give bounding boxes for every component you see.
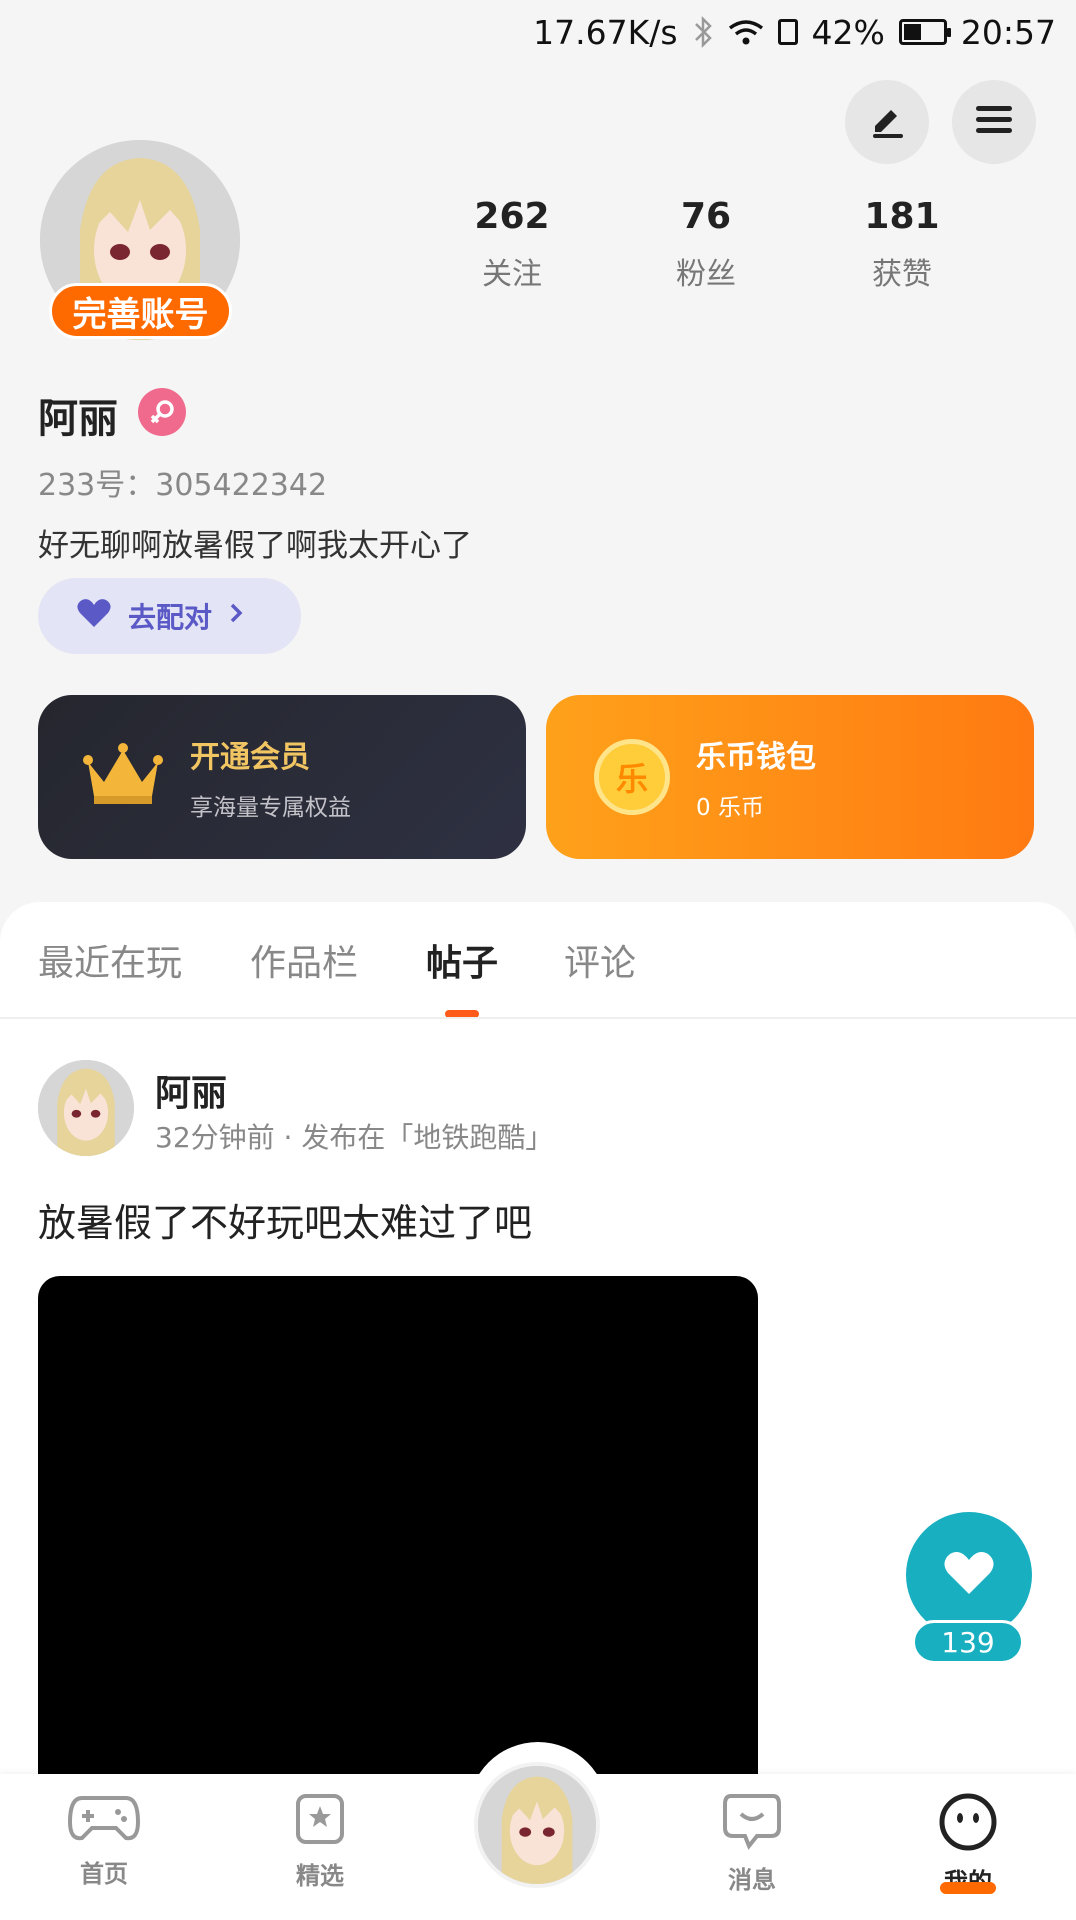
tab-recently-played[interactable]: 最近在玩 bbox=[38, 934, 182, 986]
battery-percent: 42% bbox=[811, 12, 885, 52]
status-bar: 17.67K/s 42% 20:57 bbox=[0, 0, 1076, 64]
profile-avatar[interactable]: 完善账号 bbox=[40, 140, 240, 340]
female-icon bbox=[138, 388, 186, 436]
hamburger-icon bbox=[974, 102, 1014, 142]
user-id: 233号：305422342 bbox=[38, 468, 328, 503]
clock: 20:57 bbox=[960, 12, 1056, 52]
post-author-avatar[interactable] bbox=[38, 1060, 134, 1156]
vip-title: 开通会员 bbox=[190, 740, 310, 775]
nav-messages-label: 消息 bbox=[728, 1866, 776, 1894]
stat-fans[interactable]: 76 粉丝 bbox=[636, 196, 776, 293]
center-avatar-button[interactable] bbox=[474, 1762, 600, 1888]
coin-title: 乐币钱包 bbox=[696, 740, 816, 775]
menu-button[interactable] bbox=[952, 80, 1036, 164]
star-card-icon bbox=[294, 1792, 346, 1850]
likes-label: 获赞 bbox=[872, 257, 932, 292]
edit-profile-button[interactable] bbox=[845, 80, 929, 164]
user-bio: 好无聊啊放暑假了啊我太开心了 bbox=[38, 528, 472, 564]
crown-icon bbox=[82, 742, 164, 812]
sim-icon bbox=[777, 19, 798, 45]
heart-icon bbox=[942, 1550, 996, 1600]
post-meta: 32分钟前 · 发布在「地铁跑酷」 bbox=[155, 1121, 554, 1154]
coin-balance: 0 乐币 bbox=[696, 795, 764, 821]
vip-subtitle: 享海量专属权益 bbox=[190, 795, 351, 821]
chevron-right-icon bbox=[226, 599, 246, 634]
stat-likes[interactable]: 181 获赞 bbox=[832, 196, 972, 293]
gamepad-icon bbox=[67, 1792, 141, 1848]
post-media[interactable] bbox=[38, 1276, 758, 1796]
pen-icon bbox=[867, 100, 907, 144]
bluetooth-icon bbox=[692, 16, 714, 48]
stat-following[interactable]: 262 关注 bbox=[442, 196, 582, 293]
chat-bubble-icon bbox=[723, 1792, 781, 1854]
likes-count: 181 bbox=[864, 196, 940, 237]
post-text[interactable]: 放暑假了不好玩吧太难过了吧 bbox=[38, 1192, 532, 1247]
match-label: 去配对 bbox=[128, 601, 213, 634]
battery-icon bbox=[898, 19, 951, 45]
heart-icon bbox=[74, 597, 114, 636]
complete-account-badge[interactable]: 完善账号 bbox=[49, 283, 232, 339]
following-label: 关注 bbox=[482, 257, 542, 292]
wifi-icon bbox=[728, 18, 764, 46]
tab-posts[interactable]: 帖子 bbox=[426, 934, 498, 986]
nav-home-label: 首页 bbox=[80, 1860, 128, 1888]
nav-featured[interactable]: 精选 bbox=[260, 1792, 380, 1891]
fans-count: 76 bbox=[680, 196, 732, 237]
like-count: 139 bbox=[912, 1620, 1024, 1664]
post-author-name[interactable]: 阿丽 bbox=[155, 1064, 227, 1116]
vip-card[interactable]: 开通会员 享海量专属权益 bbox=[38, 695, 526, 859]
nav-messages[interactable]: 消息 bbox=[692, 1792, 812, 1895]
active-underline bbox=[940, 1882, 996, 1894]
divider bbox=[0, 1017, 1076, 1019]
tab-comments[interactable]: 评论 bbox=[564, 934, 636, 986]
face-icon bbox=[938, 1792, 998, 1856]
coin-wallet-card[interactable]: 乐 乐币钱包 0 乐币 bbox=[546, 695, 1034, 859]
following-count: 262 bbox=[474, 196, 550, 237]
nav-home[interactable]: 首页 bbox=[44, 1792, 164, 1889]
net-speed: 17.67K/s bbox=[533, 12, 678, 52]
match-button[interactable]: 去配对 bbox=[38, 578, 301, 654]
tab-works[interactable]: 作品栏 bbox=[250, 934, 358, 986]
nav-featured-label: 精选 bbox=[296, 1862, 344, 1890]
fans-label: 粉丝 bbox=[676, 257, 736, 292]
coin-icon: 乐 bbox=[594, 739, 670, 815]
user-name: 阿丽 bbox=[38, 396, 118, 442]
